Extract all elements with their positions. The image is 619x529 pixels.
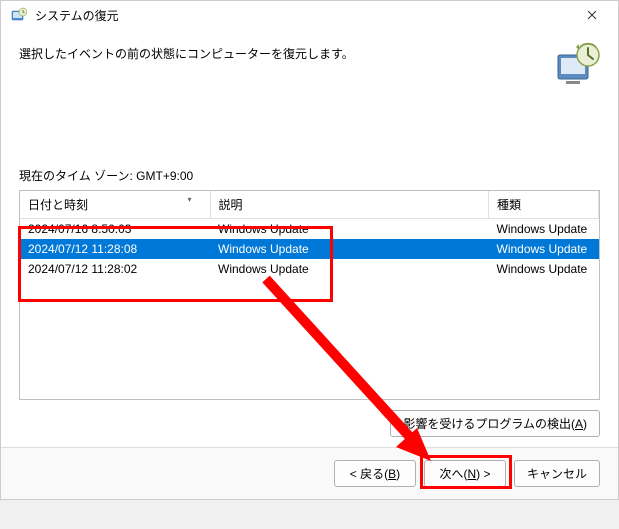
system-restore-window: システムの復元 選択したイベントの前の状態にコンピューターを復元します。 xyxy=(0,0,619,500)
cell-type: Windows Update xyxy=(489,239,599,259)
window-title: システムの復元 xyxy=(35,7,119,24)
table-row[interactable]: 2024/07/16 8:50:03Windows UpdateWindows … xyxy=(20,219,599,240)
cell-type: Windows Update xyxy=(489,219,599,240)
header-type[interactable]: 種類 xyxy=(489,191,599,219)
cell-datetime: 2024/07/12 11:28:02 xyxy=(20,259,210,279)
cell-datetime: 2024/07/16 8:50:03 xyxy=(20,219,210,240)
content-area: 選択したイベントの前の状態にコンピューターを復元します。 現在のタイム ゾーン:… xyxy=(1,29,618,447)
header-datetime[interactable]: 日付と時刻 ▾ xyxy=(20,191,210,219)
cell-description: Windows Update xyxy=(210,219,489,240)
restore-points-table-container: 日付と時刻 ▾ 説明 種類 2024/07/16 8:50:03Windows … xyxy=(19,190,600,400)
cell-datetime: 2024/07/12 11:28:08 xyxy=(20,239,210,259)
cell-description: Windows Update xyxy=(210,259,489,279)
back-button[interactable]: < 戻る(B) xyxy=(334,460,416,487)
restore-hero-icon xyxy=(552,41,600,89)
cancel-button[interactable]: キャンセル xyxy=(514,460,600,487)
table-row[interactable]: 2024/07/12 11:28:08Windows UpdateWindows… xyxy=(20,239,599,259)
next-button[interactable]: 次へ(N) > xyxy=(424,460,506,487)
titlebar: システムの復元 xyxy=(1,1,618,29)
table-row[interactable]: 2024/07/12 11:28:02Windows UpdateWindows… xyxy=(20,259,599,279)
page-subtitle: 選択したイベントの前の状態にコンピューターを復元します。 xyxy=(19,41,354,62)
sort-indicator-icon: ▾ xyxy=(187,195,191,204)
scan-affected-programs-button[interactable]: 影響を受けるプログラムの検出(A) xyxy=(390,410,600,437)
cell-type: Windows Update xyxy=(489,259,599,279)
close-button[interactable] xyxy=(569,1,614,29)
cell-description: Windows Update xyxy=(210,239,489,259)
restore-points-table: 日付と時刻 ▾ 説明 種類 2024/07/16 8:50:03Windows … xyxy=(20,191,599,279)
footer-buttons: < 戻る(B) 次へ(N) > キャンセル xyxy=(1,447,618,499)
header-description[interactable]: 説明 xyxy=(210,191,489,219)
timezone-label: 現在のタイム ゾーン: GMT+9:00 xyxy=(19,167,600,184)
system-restore-icon xyxy=(11,7,27,23)
